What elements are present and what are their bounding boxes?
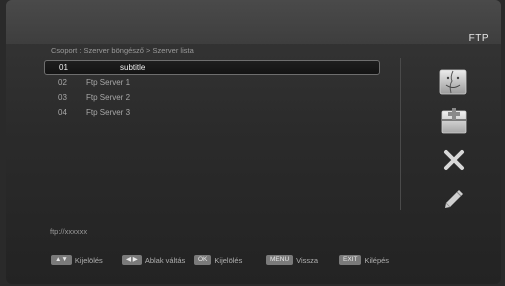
server-row[interactable]: 04 Ftp Server 3 <box>44 105 380 120</box>
server-row-selected[interactable]: 01 subtitle <box>44 60 380 75</box>
hint-ok-label: Kijelölés <box>214 255 243 265</box>
updown-key-icon: ▲▼ <box>51 255 72 265</box>
ftp-url: ftp://xxxxxx <box>50 227 88 236</box>
hint-select: ▲▼ Kijelölés <box>51 254 103 266</box>
menu-key-icon: MENU <box>266 255 294 265</box>
server-name: Ftp Server 2 <box>86 93 131 102</box>
server-list: 01 subtitle 02 Ftp Server 1 03 Ftp Serve… <box>44 60 380 120</box>
hint-ok: OK Kijelölés <box>194 254 242 266</box>
leftright-key-icon: ◀ ▶ <box>122 255 142 265</box>
hint-window-label: Ablak váltás <box>144 255 186 265</box>
exit-key-icon: EXIT <box>339 255 362 265</box>
server-number: 01 <box>59 63 68 72</box>
ok-key-icon: OK <box>194 255 212 265</box>
page-title: FTP <box>468 33 489 44</box>
delete-icon[interactable] <box>443 149 465 171</box>
header-band <box>6 0 501 44</box>
hint-exit: EXIT Kilépés <box>339 254 389 266</box>
server-row[interactable]: 03 Ftp Server 2 <box>44 90 380 105</box>
hint-window: ◀ ▶ Ablak váltás <box>122 254 185 266</box>
hint-exit-label: Kilépés <box>364 255 390 265</box>
server-name: Ftp Server 3 <box>86 108 131 117</box>
finder-icon[interactable] <box>439 69 467 95</box>
server-name: Ftp Server 1 <box>86 78 131 87</box>
hint-menu-label: Vissza <box>296 255 319 265</box>
panel-divider <box>400 58 401 210</box>
server-number: 03 <box>58 93 67 102</box>
edit-pencil-icon[interactable] <box>443 188 465 210</box>
hint-select-label: Kijelölés <box>74 255 103 265</box>
server-name: subtitle <box>120 63 146 72</box>
breadcrumb: Csoport : Szerver böngésző > Szerver lis… <box>51 46 194 55</box>
server-number: 04 <box>58 108 67 117</box>
server-row[interactable]: 02 Ftp Server 1 <box>44 75 380 90</box>
server-number: 02 <box>58 78 67 87</box>
hint-menu: MENU Vissza <box>266 254 318 266</box>
add-server-icon[interactable] <box>441 107 467 135</box>
